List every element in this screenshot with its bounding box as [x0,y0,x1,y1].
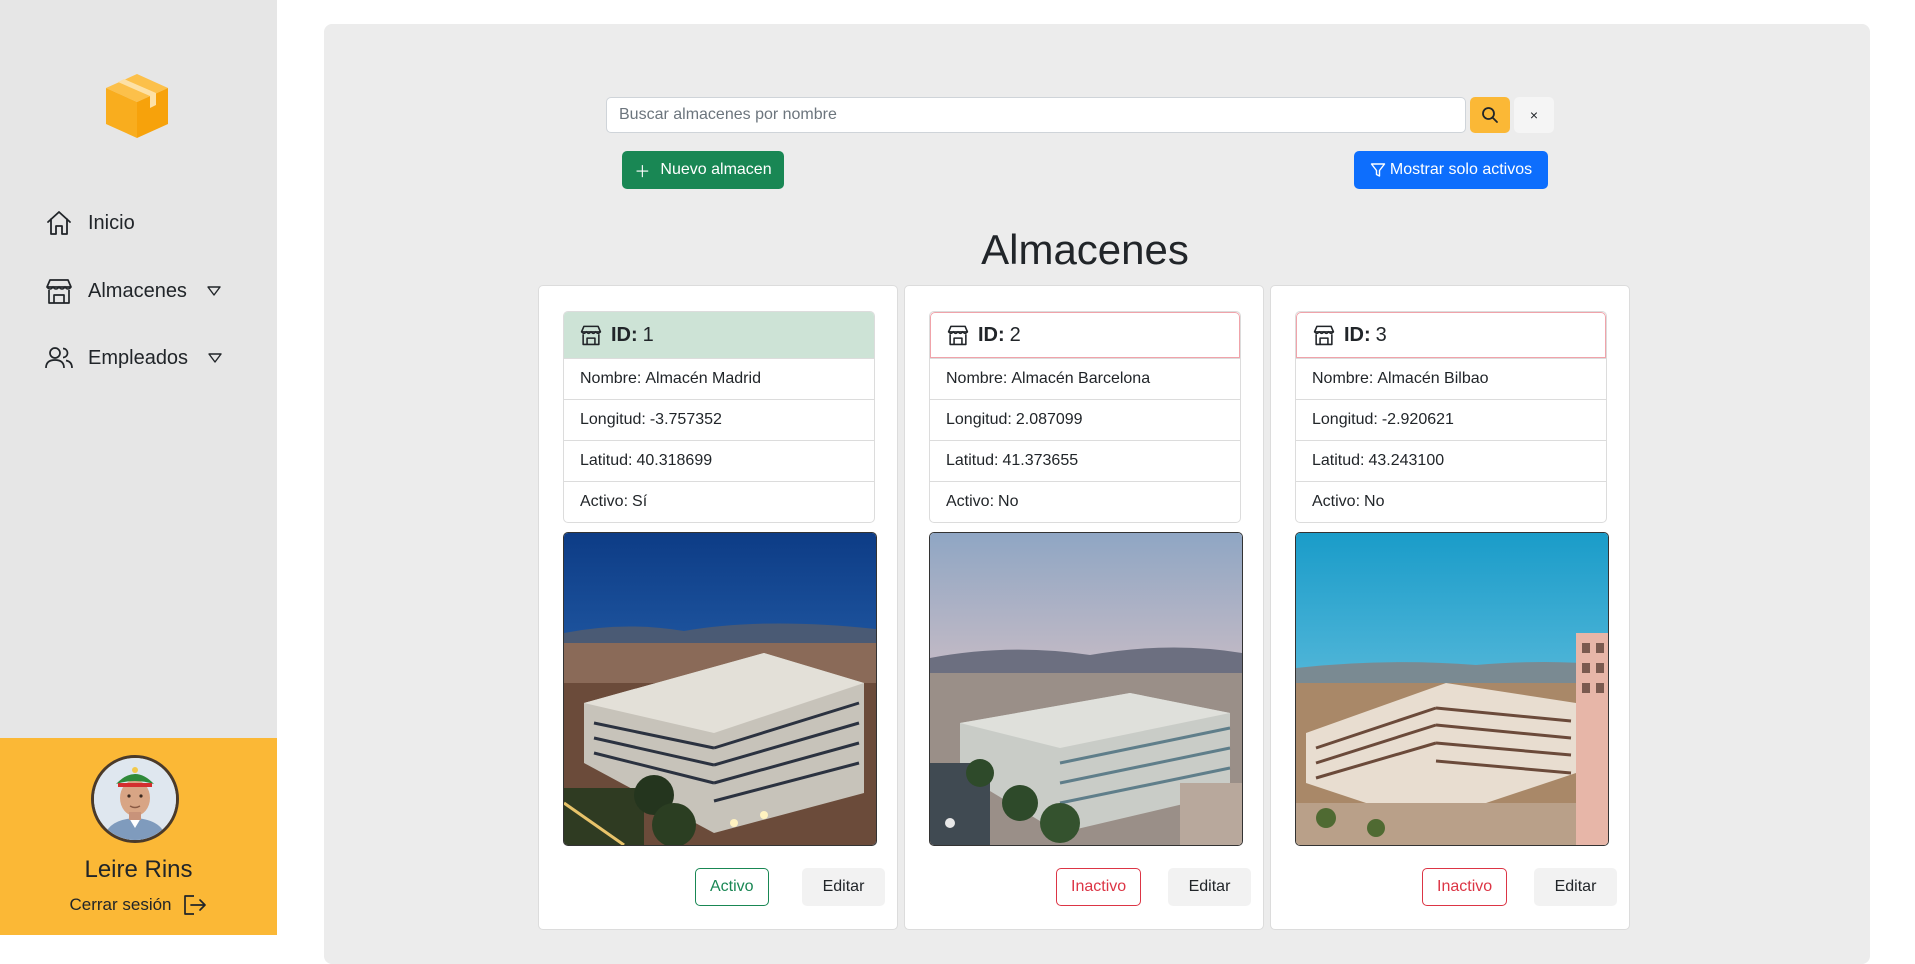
caret-down-icon[interactable] [208,353,222,363]
longitud-label: Longitud: [1312,411,1378,428]
warehouse-details: ID: 1 Nombre: Almacén Madrid Longitud: -… [563,311,875,523]
activo-row: Activo: No [1296,481,1606,522]
logout-label: Cerrar sesión [69,895,172,914]
nav-label-almacenes: Almacenes [88,279,187,302]
filter-icon [1370,163,1386,177]
nombre-label: Nombre: [946,370,1008,387]
box-icon[interactable] [100,68,174,142]
nombre-value: Almacén Madrid [645,370,761,387]
activo-label: Activo: [946,493,995,510]
latitud-row: Latitud: 43.243100 [1296,440,1606,481]
longitud-label: Longitud: [580,411,646,428]
nav-item-empleados[interactable]: Empleados [44,343,222,373]
warehouse-photo [1295,532,1609,846]
nombre-row: Nombre: Almacén Barcelona [930,358,1240,399]
longitud-value: 2.087099 [1015,411,1083,428]
nombre-label: Nombre: [1312,370,1374,387]
status-toggle-button[interactable]: Inactivo [1422,868,1508,906]
activo-row: Activo: No [930,481,1240,522]
longitud-row: Longitud: -3.757352 [564,399,874,440]
nombre-label: Nombre: [580,370,642,387]
latitud-label: Latitud: [946,452,999,469]
activo-value: No [998,493,1019,510]
nombre-row: Nombre: Almacén Bilbao [1296,358,1606,399]
id-label: ID: [978,323,1005,346]
nombre-value: Almacén Bilbao [1377,370,1489,387]
latitud-label: Latitud: [580,452,633,469]
user-name: Leire Rins [84,856,193,883]
card-header: ID: 2 [930,312,1240,358]
logout-icon [183,895,206,915]
latitud-row: Latitud: 41.373655 [930,440,1240,481]
longitud-row: Longitud: -2.920621 [1296,399,1606,440]
activo-row: Activo: Sí [564,481,874,522]
nombre-row: Nombre: Almacén Madrid [564,358,874,399]
longitud-value: -2.920621 [1381,411,1454,428]
longitud-value: -3.757352 [649,411,722,428]
activo-value: No [1364,493,1385,510]
search-icon [1482,107,1498,123]
warehouse-photo [929,532,1243,846]
id-label: ID: [1344,323,1371,346]
activo-label: Activo: [580,493,629,510]
store-icon [1313,325,1335,346]
longitud-row: Longitud: 2.087099 [930,399,1240,440]
caret-down-icon[interactable] [207,286,221,296]
longitud-label: Longitud: [946,411,1012,428]
edit-button[interactable]: Editar [1168,868,1251,906]
edit-button[interactable]: Editar [1534,868,1617,906]
new-warehouse-button[interactable]: ＋ Nuevo almacen [622,151,784,189]
status-toggle-button[interactable]: Activo [695,868,769,906]
store-icon [46,279,72,304]
id-label: ID: [611,323,638,346]
latitud-value: 40.318699 [636,452,713,469]
warehouse-card: ID: 3 Nombre: Almacén Bilbao Longitud: -… [1270,285,1630,930]
warehouse-details: ID: 2 Nombre: Almacén Barcelona Longitud… [929,311,1241,523]
nombre-value: Almacén Barcelona [1011,370,1151,387]
latitud-value: 43.243100 [1368,452,1445,469]
avatar[interactable] [91,755,179,843]
latitud-label: Latitud: [1312,452,1365,469]
activo-label: Activo: [1312,493,1361,510]
warehouse-photo [563,532,877,846]
search-button[interactable] [1470,97,1510,133]
id-value: 1 [642,323,654,346]
warehouse-card: ID: 1 Nombre: Almacén Madrid Longitud: -… [538,285,898,930]
warehouse-details: ID: 3 Nombre: Almacén Bilbao Longitud: -… [1295,311,1607,523]
warehouse-card: ID: 2 Nombre: Almacén Barcelona Longitud… [904,285,1264,930]
store-icon [947,325,969,346]
status-toggle-button[interactable]: Inactivo [1056,868,1142,906]
latitud-value: 41.373655 [1002,452,1079,469]
sidebar: Inicio Almacenes Empleados Leire Rins Ce… [0,0,277,935]
logout-link[interactable]: Cerrar sesión [0,894,277,916]
users-icon [45,347,73,369]
latitud-row: Latitud: 40.318699 [564,440,874,481]
store-icon [580,325,602,346]
avatar-image [94,758,176,840]
clear-search-button[interactable]: × [1514,97,1554,133]
new-warehouse-label: Nuevo almacen [660,161,772,178]
activo-value: Sí [632,493,648,510]
filter-active-button[interactable]: Mostrar solo activos [1354,151,1548,189]
user-panel: Leire Rins Cerrar sesión [0,738,277,935]
card-header: ID: 3 [1296,312,1606,358]
nav-label-empleados: Empleados [88,346,189,369]
id-value: 2 [1009,323,1021,346]
plus-icon: ＋ [634,164,651,181]
nav-item-almacenes[interactable]: Almacenes [44,276,221,306]
id-value: 3 [1375,323,1387,346]
filter-active-label: Mostrar solo activos [1389,161,1533,178]
card-header: ID: 1 [564,312,874,358]
page-title: Almacenes [981,226,1189,273]
edit-button[interactable]: Editar [802,868,885,906]
search-bar: × [606,97,1554,133]
search-input[interactable] [606,97,1466,133]
